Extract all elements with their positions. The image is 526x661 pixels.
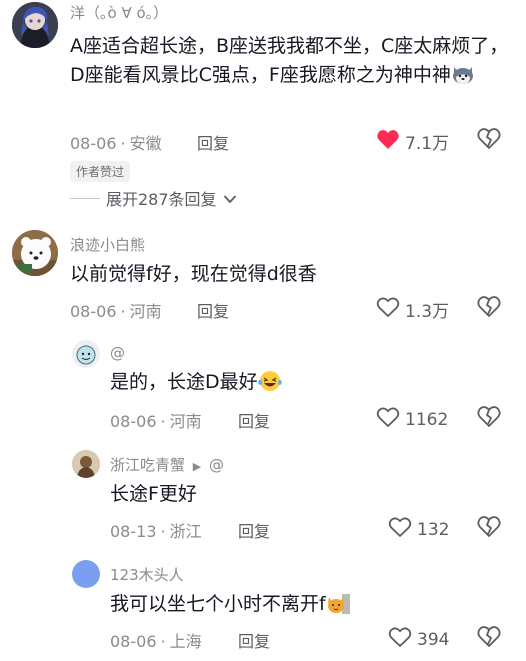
dislike-button[interactable] bbox=[477, 515, 501, 539]
reply-username[interactable]: 123木头人 bbox=[110, 564, 184, 585]
reply-button[interactable]: 回复 bbox=[197, 298, 229, 322]
comment-date: 08-06 bbox=[70, 302, 117, 321]
reply-text-body: 是的，长途D最好 bbox=[110, 371, 258, 393]
reply-username[interactable]: 浙江吃青蟹 bbox=[110, 456, 185, 474]
dislike-button[interactable] bbox=[477, 295, 501, 319]
comment-meta: 08-06 · 安徽 bbox=[70, 130, 162, 154]
reply-button[interactable]: 回复 bbox=[238, 408, 270, 432]
reply-text-body: 我可以坐七个小时不离开f bbox=[110, 593, 326, 615]
broken-heart-icon bbox=[477, 295, 501, 319]
reply-location: 河南 bbox=[169, 412, 202, 431]
like-button[interactable]: 394 bbox=[388, 626, 449, 653]
reply-arrow-icon: ▶ bbox=[192, 460, 202, 473]
like-count: 132 bbox=[417, 519, 450, 540]
chevron-down-icon bbox=[223, 189, 237, 208]
comment-text: A座适合超长途，B座送我我都不坐，C座太麻烦了，D座能看风景比C强点，F座我愿称… bbox=[70, 32, 510, 90]
comment-meta: 08-06 · 河南 bbox=[70, 298, 162, 322]
meta-separator: · bbox=[120, 134, 126, 153]
meta-separator: · bbox=[160, 632, 166, 651]
like-count: 1.3万 bbox=[405, 302, 450, 322]
comment-username[interactable]: 浪迹小白熊 bbox=[70, 234, 145, 255]
comment-text: 以前觉得f好，现在觉得d很香 bbox=[70, 263, 317, 285]
expand-replies-button[interactable]: 展开287条回复 bbox=[70, 186, 237, 210]
heart-outline-icon bbox=[388, 626, 412, 653]
like-count: 394 bbox=[417, 629, 450, 650]
dislike-button[interactable] bbox=[477, 625, 501, 649]
broken-heart-icon bbox=[477, 127, 501, 151]
like-count: 1162 bbox=[405, 409, 449, 430]
broken-heart-icon bbox=[477, 625, 501, 649]
reply-username[interactable]: @ bbox=[110, 344, 125, 362]
comment-username[interactable]: 洋（｡ò ∀ ó｡） bbox=[70, 2, 168, 23]
avatar[interactable] bbox=[12, 2, 58, 48]
reply-button[interactable]: 回复 bbox=[238, 518, 270, 542]
divider-line bbox=[70, 197, 100, 199]
broken-heart-icon bbox=[477, 515, 501, 539]
laughing-tears-emoji-icon bbox=[257, 370, 282, 392]
reply-date: 08-06 bbox=[110, 412, 157, 431]
avatar[interactable] bbox=[72, 340, 100, 368]
avatar[interactable] bbox=[72, 560, 100, 588]
reply-username-line: 浙江吃青蟹 ▶ @ bbox=[110, 454, 224, 475]
heart-outline-icon bbox=[376, 296, 400, 323]
cat-emoji-icon bbox=[326, 592, 350, 614]
heart-outline-icon bbox=[376, 406, 400, 433]
like-button[interactable]: 7.1万 bbox=[376, 128, 449, 155]
reply-location: 浙江 bbox=[169, 522, 202, 541]
reply-date: 08-13 bbox=[110, 522, 157, 541]
avatar[interactable] bbox=[72, 450, 100, 478]
reply-location: 上海 bbox=[169, 632, 202, 651]
heart-outline-icon bbox=[388, 516, 412, 543]
dislike-button[interactable] bbox=[477, 127, 501, 151]
comment-location: 安徽 bbox=[129, 134, 162, 153]
husky-emoji-icon bbox=[451, 63, 475, 85]
meta-separator: · bbox=[120, 302, 126, 321]
comment-text-body: A座适合超长途，B座送我我都不坐，C座太麻烦了，D座能看风景比C强点，F座我愿称… bbox=[70, 35, 509, 86]
heart-filled-icon bbox=[376, 128, 400, 155]
reply-button[interactable]: 回复 bbox=[197, 130, 229, 154]
author-liked-badge: 作者赞过 bbox=[70, 161, 131, 182]
comment-location: 河南 bbox=[129, 302, 162, 321]
meta-separator: · bbox=[160, 522, 166, 541]
comment-date: 08-06 bbox=[70, 134, 117, 153]
like-button[interactable]: 132 bbox=[388, 516, 449, 543]
like-button[interactable]: 1162 bbox=[376, 406, 448, 433]
broken-heart-icon bbox=[477, 405, 501, 429]
avatar[interactable] bbox=[12, 230, 58, 276]
like-count: 7.1万 bbox=[405, 134, 450, 154]
reply-to-username[interactable]: @ bbox=[209, 456, 224, 474]
reply-button[interactable]: 回复 bbox=[238, 628, 270, 652]
reply-text: 是的，长途D最好 bbox=[110, 368, 510, 397]
reply-meta: 08-13 · 浙江 bbox=[110, 518, 202, 542]
expand-replies-label: 展开287条回复 bbox=[106, 190, 217, 209]
reply-text: 长途F更好 bbox=[110, 483, 197, 505]
like-button[interactable]: 1.3万 bbox=[376, 296, 449, 323]
reply-meta: 08-06 · 上海 bbox=[110, 628, 202, 652]
reply-date: 08-06 bbox=[110, 632, 157, 651]
meta-separator: · bbox=[160, 412, 166, 431]
dislike-button[interactable] bbox=[477, 405, 501, 429]
reply-text: 我可以坐七个小时不离开f bbox=[110, 590, 510, 619]
reply-meta: 08-06 · 河南 bbox=[110, 408, 202, 432]
